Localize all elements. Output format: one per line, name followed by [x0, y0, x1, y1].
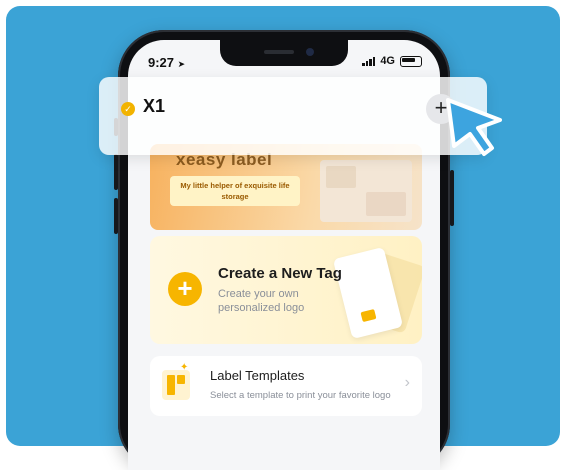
device-header-bar: ✓ X1 + — [99, 77, 487, 155]
camera — [306, 48, 314, 56]
power-button — [450, 170, 454, 226]
device-name[interactable]: X1 — [143, 96, 165, 117]
notch — [220, 40, 348, 66]
templates-title: Label Templates — [210, 368, 305, 383]
signal-icon — [362, 56, 376, 66]
promo-banner[interactable]: xeasy label My little helper of exquisit… — [150, 144, 422, 230]
create-tag-subtitle: Create your own personalized logo — [218, 288, 305, 314]
status-time: 9:27 ➤ — [148, 55, 186, 70]
chevron-right-icon: › — [404, 374, 410, 391]
label-templates-card[interactable]: ✦ Label Templates Select a template to p… — [150, 356, 422, 416]
banner-illustration — [320, 160, 412, 222]
speaker — [264, 50, 294, 54]
check-icon: ✓ — [121, 102, 135, 116]
create-tag-card[interactable]: + Create a New Tag Create your own perso… — [150, 236, 422, 344]
banner-subtitle: My little helper of exquisite life stora… — [170, 176, 300, 206]
network-type: 4G — [380, 55, 395, 67]
plus-icon: + — [168, 272, 202, 306]
templates-subtitle: Select a template to print your favorite… — [210, 390, 391, 401]
battery-icon — [400, 55, 422, 67]
sparkle-icon: ✦ — [180, 362, 189, 373]
volume-up-button — [114, 154, 118, 190]
cursor-icon — [446, 98, 502, 156]
volume-down-button — [114, 198, 118, 234]
template-icon — [162, 370, 190, 400]
status-icons: 4G — [362, 55, 422, 67]
create-tag-title: Create a New Tag — [218, 265, 342, 282]
